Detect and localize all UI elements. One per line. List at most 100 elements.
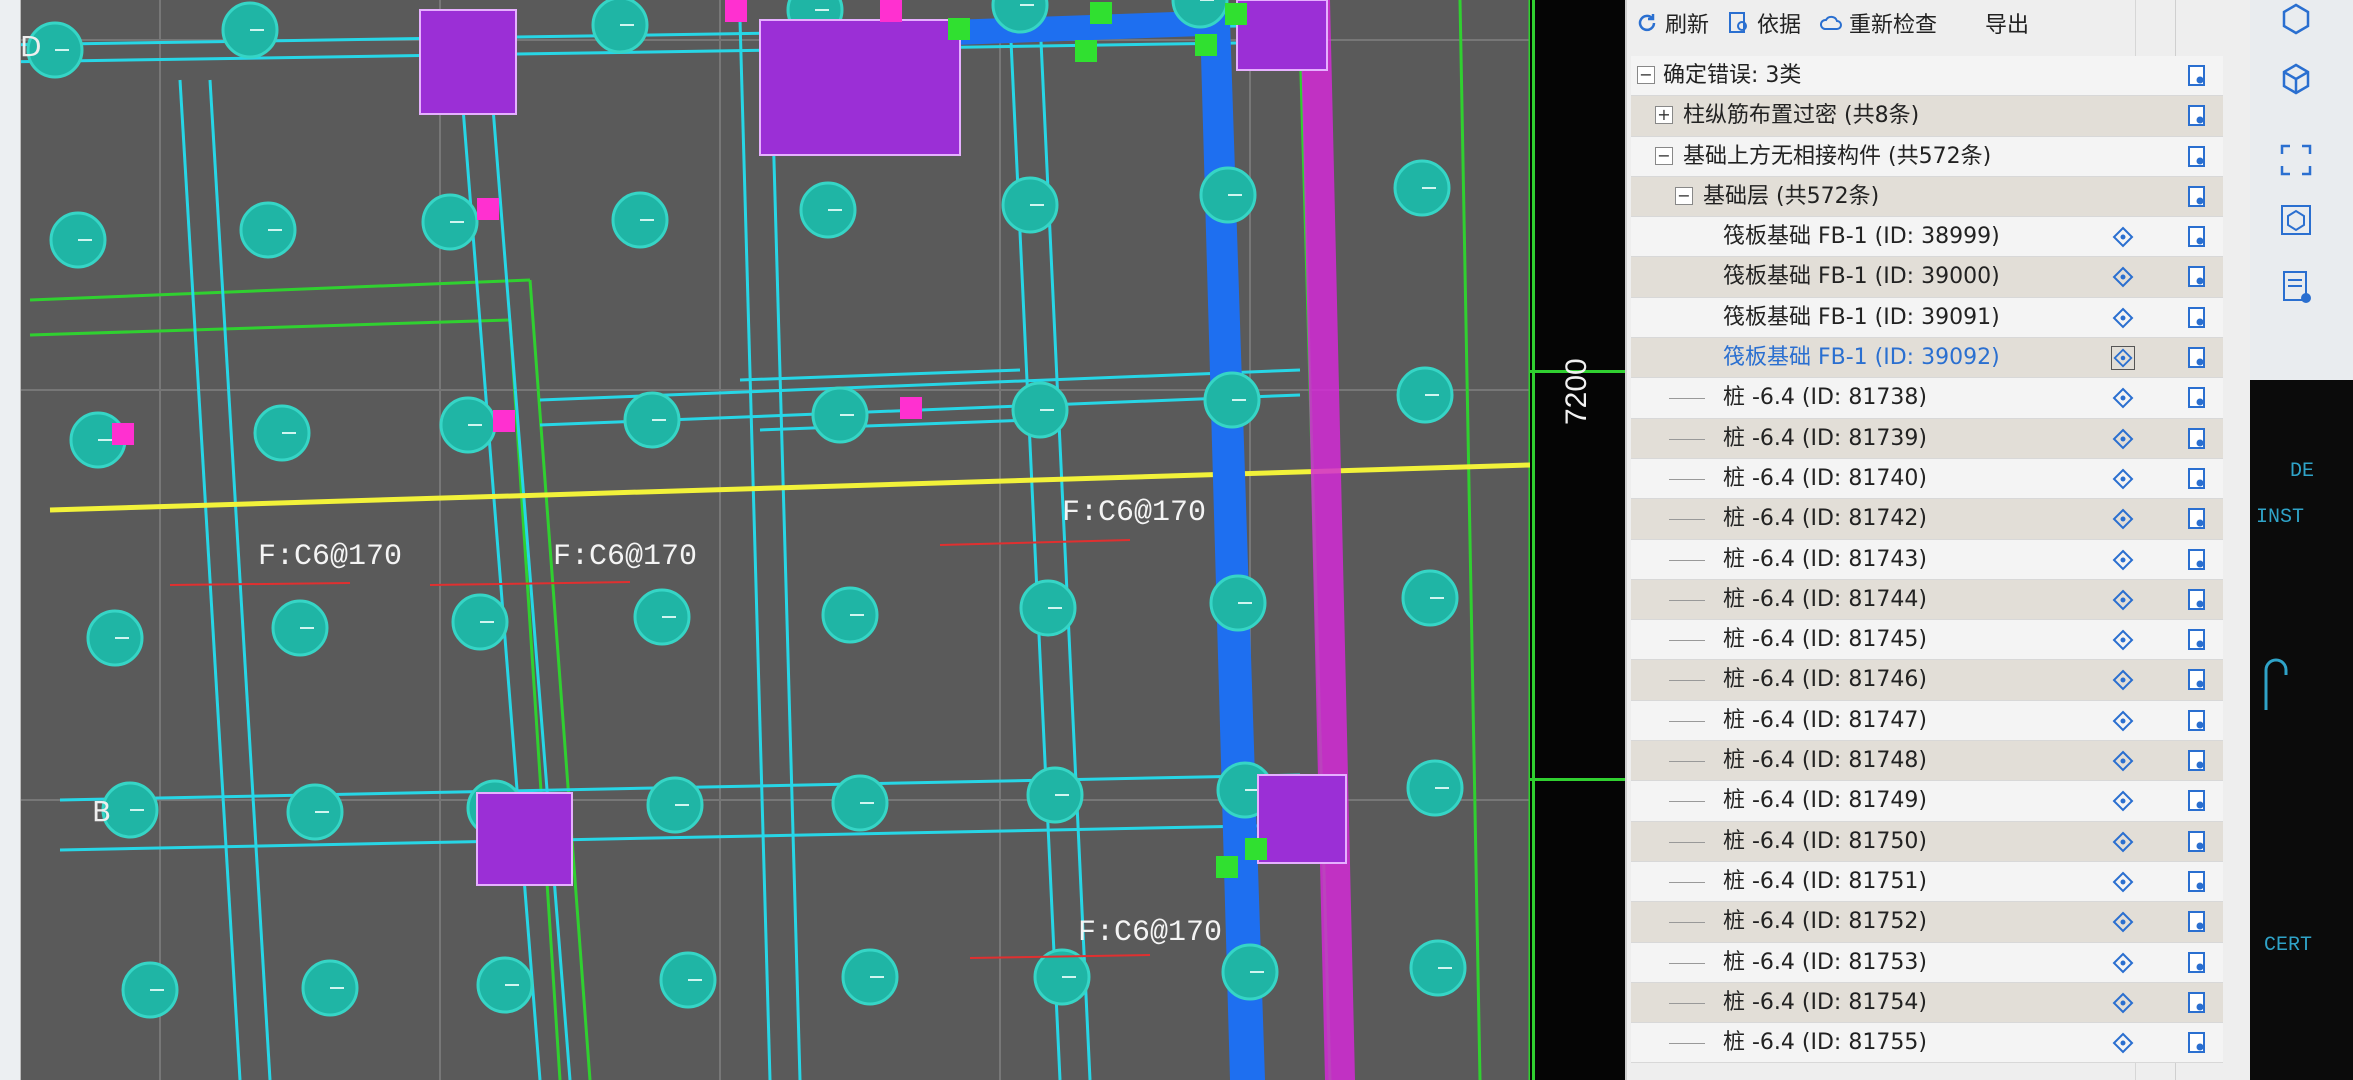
export-button[interactable]: 导出	[1985, 7, 2029, 39]
document-icon[interactable]	[2185, 104, 2209, 128]
document-icon[interactable]	[2185, 628, 2209, 652]
cad-drawing-canvas[interactable]: D B F:C6@170 F:C6@170 F:C6@170 F:C6@170 …	[0, 0, 1625, 1080]
document-icon[interactable]	[2185, 386, 2209, 410]
tree-leaf-item[interactable]: 桩 -6.4 (ID: 81745)	[1631, 620, 2223, 661]
tree-connector	[1669, 680, 1705, 682]
tree-connector	[1669, 841, 1705, 843]
3d-box-icon[interactable]	[2276, 200, 2316, 240]
collapse-icon[interactable]: −	[1655, 146, 1673, 165]
collapse-icon[interactable]: −	[1675, 186, 1693, 205]
document-icon[interactable]	[2185, 789, 2209, 813]
tree-leaf-item[interactable]: 桩 -6.4 (ID: 81752)	[1631, 902, 2223, 943]
document-icon[interactable]	[2185, 64, 2209, 88]
locate-icon[interactable]	[2111, 910, 2135, 934]
expand-icon[interactable]: +	[1655, 106, 1673, 125]
document-icon[interactable]	[2185, 548, 2209, 572]
tree-leaf-item[interactable]: 桩 -6.4 (ID: 81747)	[1631, 700, 2223, 742]
locate-icon[interactable]	[2111, 346, 2135, 371]
tree-leaf-item[interactable]: 桩 -6.4 (ID: 81743)	[1631, 539, 2223, 580]
document-icon[interactable]	[2185, 306, 2209, 330]
tree-leaf-item[interactable]: 桩 -6.4 (ID: 81748)	[1631, 741, 2223, 782]
tree-leaf-item[interactable]: 桩 -6.4 (ID: 81750)	[1631, 821, 2223, 862]
document-icon[interactable]	[2185, 507, 2209, 531]
left-panel-edge	[0, 0, 21, 1080]
document-icon[interactable]	[2185, 185, 2209, 209]
locate-icon[interactable]	[2111, 225, 2135, 249]
document-icon[interactable]	[2185, 427, 2209, 451]
recheck-button[interactable]: 重新检查	[1819, 7, 1937, 39]
fullscreen-icon[interactable]	[2276, 140, 2316, 180]
document-icon[interactable]	[2185, 709, 2209, 733]
tree-node-root[interactable]: − 确定错误: 3类	[1631, 56, 2223, 97]
document-icon[interactable]	[2185, 265, 2209, 289]
tree-leaf-item[interactable]: 桩 -6.4 (ID: 81738)	[1631, 378, 2223, 419]
basis-button[interactable]: 依据	[1727, 7, 1801, 39]
document-icon[interactable]	[2185, 145, 2209, 169]
tree-leaf-label: 桩 -6.4 (ID: 81743)	[1723, 546, 1927, 572]
tree-leaf-label: 桩 -6.4 (ID: 81739)	[1723, 425, 1927, 451]
tree-leaf-item[interactable]: 桩 -6.4 (ID: 81749)	[1631, 781, 2223, 822]
document-icon[interactable]	[2185, 588, 2209, 612]
document-icon[interactable]	[2185, 1031, 2209, 1055]
tree-leaf-item[interactable]: 筏板基础 FB-1 (ID: 39000)	[1631, 257, 2223, 298]
locate-icon[interactable]	[2111, 306, 2135, 330]
refresh-button[interactable]: 刷新	[1635, 7, 1709, 39]
document-icon[interactable]	[2185, 346, 2209, 370]
tree-node-label: 基础上方无相接构件 (共572条)	[1683, 143, 1992, 169]
document-icon[interactable]	[2185, 951, 2209, 975]
tree-leaf-item[interactable]: 桩 -6.4 (ID: 81739)	[1631, 418, 2223, 459]
locate-icon[interactable]	[2111, 507, 2135, 531]
tree-leaf-label: 筏板基础 FB-1 (ID: 39091)	[1723, 304, 2000, 330]
document-icon[interactable]	[2185, 830, 2209, 854]
tree-leaf-item[interactable]: 筏板基础 FB-1 (ID: 39091)	[1631, 297, 2223, 339]
tree-leaf-item[interactable]: 桩 -6.4 (ID: 81746)	[1631, 660, 2223, 701]
locate-icon[interactable]	[2111, 789, 2135, 813]
locate-icon[interactable]	[2111, 628, 2135, 652]
document-icon[interactable]	[2185, 225, 2209, 249]
tree-node-subgroup[interactable]: − 基础层 (共572条)	[1631, 176, 2223, 218]
document-view-icon[interactable]	[2276, 268, 2316, 308]
locate-icon[interactable]	[2111, 749, 2135, 773]
collapse-icon[interactable]: −	[1637, 66, 1655, 84]
locate-icon[interactable]	[2111, 427, 2135, 451]
tree-leaf-item[interactable]: 桩 -6.4 (ID: 81751)	[1631, 861, 2223, 903]
locate-icon[interactable]	[2111, 588, 2135, 612]
grip-marker	[493, 410, 515, 432]
grip-marker	[900, 397, 922, 419]
document-icon[interactable]	[2185, 467, 2209, 491]
tree-node-group[interactable]: + 柱纵筋布置过密 (共8条)	[1631, 96, 2223, 137]
column-block	[759, 19, 961, 156]
cube-icon[interactable]	[2276, 60, 2316, 100]
document-icon[interactable]	[2185, 749, 2209, 773]
tree-leaf-label: 桩 -6.4 (ID: 81745)	[1723, 627, 1927, 653]
locate-icon[interactable]	[2111, 951, 2135, 975]
locate-icon[interactable]	[2111, 467, 2135, 491]
tree-leaf-item[interactable]: 筏板基础 FB-1 (ID: 39092)	[1631, 338, 2223, 379]
tree-leaf-item[interactable]: 桩 -6.4 (ID: 81755)	[1631, 1023, 2223, 1064]
tree-leaf-item[interactable]: 桩 -6.4 (ID: 81753)	[1631, 942, 2223, 983]
locate-icon[interactable]	[2111, 991, 2135, 1015]
cube-view-icon[interactable]	[2276, 0, 2316, 40]
tree-leaf-item[interactable]: 桩 -6.4 (ID: 81742)	[1631, 499, 2223, 540]
locate-icon[interactable]	[2111, 668, 2135, 692]
locate-icon[interactable]	[2111, 548, 2135, 572]
document-icon[interactable]	[2185, 991, 2209, 1015]
document-icon[interactable]	[2185, 910, 2209, 934]
locate-icon[interactable]	[2111, 1031, 2135, 1055]
tree-node-group[interactable]: − 基础上方无相接构件 (共572条)	[1631, 136, 2223, 177]
tree-connector	[1669, 922, 1705, 924]
tree-leaf-item[interactable]: 桩 -6.4 (ID: 81740)	[1631, 458, 2223, 500]
locate-icon[interactable]	[2111, 830, 2135, 854]
locate-icon[interactable]	[2111, 265, 2135, 289]
tree-leaf-item[interactable]: 桩 -6.4 (ID: 81744)	[1631, 579, 2223, 621]
tree-leaf-item[interactable]: 桩 -6.4 (ID: 81754)	[1631, 982, 2223, 1024]
export-label: 导出	[1985, 13, 2030, 38]
tree-connector	[1669, 559, 1705, 561]
foundation-plan-drawing[interactable]	[0, 0, 1625, 1080]
locate-icon[interactable]	[2111, 870, 2135, 894]
locate-icon[interactable]	[2111, 386, 2135, 410]
document-icon[interactable]	[2185, 870, 2209, 894]
locate-icon[interactable]	[2111, 709, 2135, 733]
tree-leaf-item[interactable]: 筏板基础 FB-1 (ID: 38999)	[1631, 217, 2223, 258]
document-icon[interactable]	[2185, 668, 2209, 692]
